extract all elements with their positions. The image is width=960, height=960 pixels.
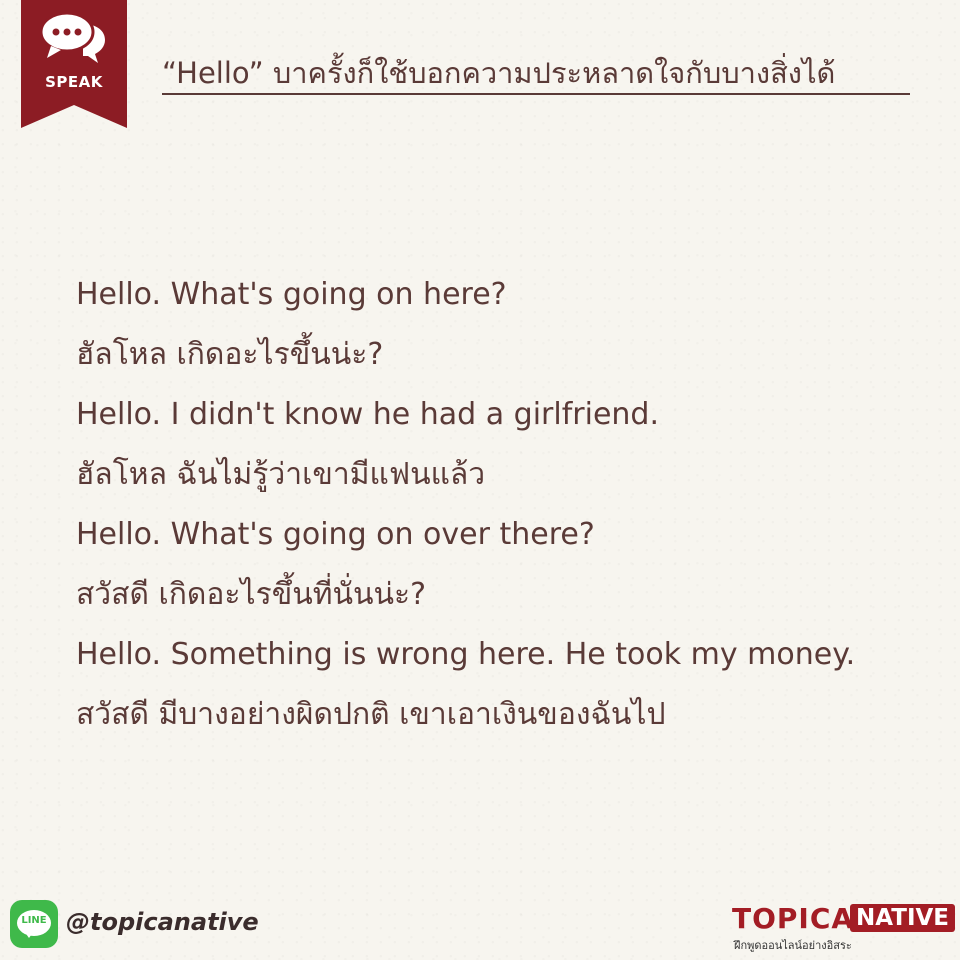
topica-native-logo: TOPICA NATIVE ฝึกพูดออนไลน์อย่างอิสระ: [732, 902, 956, 956]
page-title: “Hello” บาครั้งก็ใช้บอกความประหลาดใจกับบ…: [162, 56, 836, 90]
line-bubble-tail: [24, 931, 34, 938]
speak-label: SPEAK: [45, 73, 103, 91]
speak-badge: SPEAK: [21, 0, 127, 128]
phrase-english-3: Hello. What's going on over there?: [76, 517, 595, 552]
title-underline: [162, 93, 910, 95]
logo-badge: NATIVE: [850, 904, 956, 932]
line-icon-label: LINE: [21, 915, 47, 926]
phrase-thai-1: ฮัลโหล เกิดอะไรขึ้นน่ะ?: [76, 337, 384, 372]
logo-tagline: ฝึกพูดออนไลน์อย่างอิสระ: [734, 939, 852, 952]
phrase-list: Hello. What's going on here? ฮัลโหล เกิด…: [76, 265, 936, 745]
phrase-english-2: Hello. I didn't know he had a girlfriend…: [76, 397, 659, 432]
logo-brand: TOPICA: [732, 902, 855, 935]
phrase-english-4: Hello. Something is wrong here. He took …: [76, 637, 856, 672]
phrase-thai-2: ฮัลโหล ฉันไม่รู้ว่าเขามีแฟนแล้ว: [76, 457, 486, 492]
line-app-icon[interactable]: LINE: [10, 900, 58, 948]
line-bubble: LINE: [17, 910, 51, 936]
phrase-thai-4: สวัสดี มีบางอย่างผิดปกติ เขาเอาเงินของฉั…: [76, 697, 666, 732]
phrase-english-1: Hello. What's going on here?: [76, 277, 507, 312]
speech-bubbles-icon: [39, 11, 105, 63]
social-handle[interactable]: @topicanative: [66, 908, 259, 936]
phrase-thai-3: สวัสดี เกิดอะไรขึ้นที่นั่นน่ะ?: [76, 577, 427, 612]
